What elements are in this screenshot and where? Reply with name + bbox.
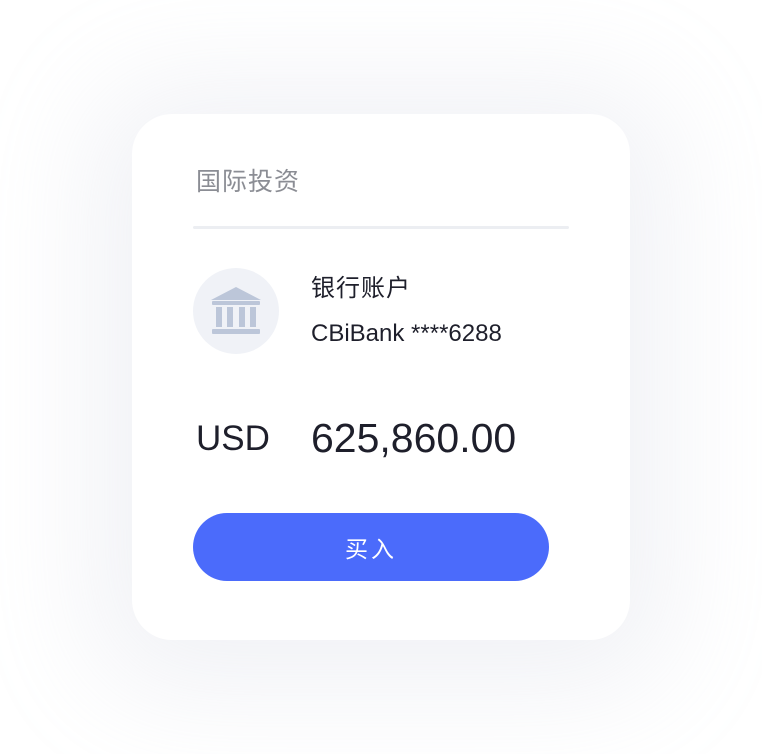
bank-icon: [211, 287, 261, 334]
account-label: 银行账户: [311, 274, 411, 302]
balance-amount: 625,860.00: [311, 415, 517, 461]
account-number: CBiBank ****6288: [311, 320, 502, 347]
buy-button[interactable]: 买入: [193, 513, 549, 581]
currency-code: USD: [196, 419, 270, 458]
bank-avatar: [193, 268, 279, 354]
page: 国际投资 银行账户 CBiBank ****6288 USD 625,860.0…: [0, 0, 762, 754]
card-title: 国际投资: [196, 167, 301, 196]
divider: [193, 226, 569, 229]
investment-card: 国际投资 银行账户 CBiBank ****6288 USD 625,860.0…: [132, 114, 630, 640]
